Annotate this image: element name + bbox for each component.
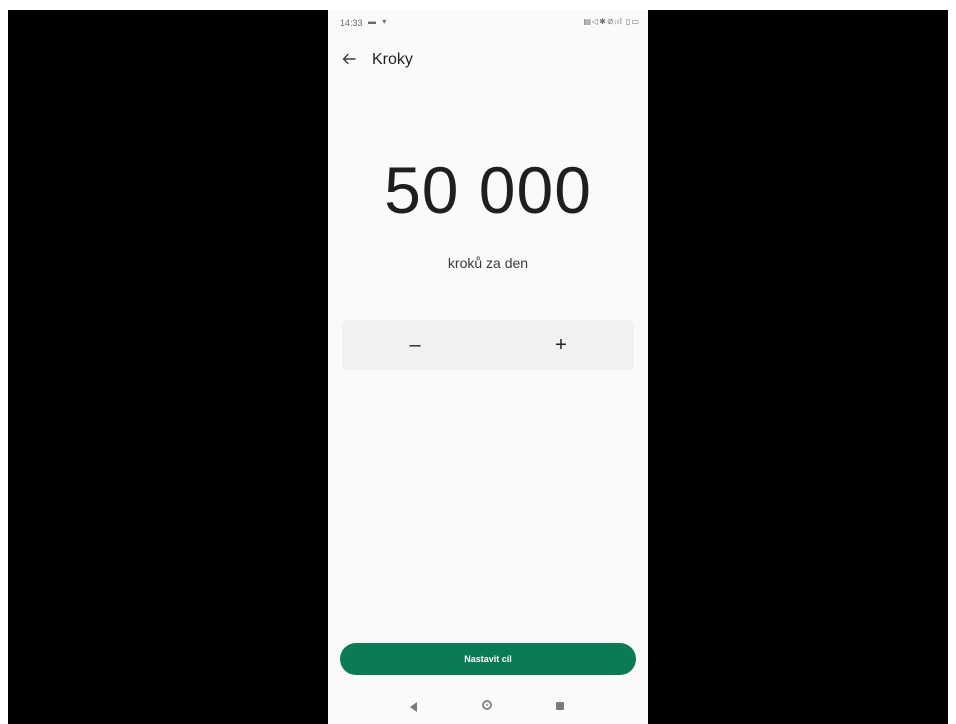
step-goal-value: 50 000 [384, 153, 592, 227]
system-navigation-bar [328, 694, 648, 724]
status-time: 14:33 [340, 18, 363, 28]
nav-home-icon[interactable] [482, 700, 492, 710]
app-bar: Kroky [328, 46, 648, 78]
increase-button[interactable]: + [488, 320, 634, 370]
page-title: Kroky [372, 51, 413, 68]
step-goal-unit: kroků za den [447, 255, 529, 271]
back-arrow-icon[interactable] [342, 52, 356, 66]
nav-back-icon[interactable] [410, 702, 417, 712]
goal-stepper: – + [342, 320, 634, 370]
set-goal-button[interactable]: Nastavit cíl [340, 643, 636, 675]
nav-recents-icon[interactable] [556, 702, 564, 710]
phone-screen: 14:33 ▬ ▾ ▤◁✱⊘ᵢıl ▯▭ Kroky 50 000 kroků … [328, 10, 648, 724]
notification-icons: ▬ ▾ [368, 17, 389, 26]
status-bar: 14:33 ▬ ▾ ▤◁✱⊘ᵢıl ▯▭ [328, 10, 648, 36]
decrease-button[interactable]: – [342, 320, 488, 370]
system-status-icons: ▤◁✱⊘ᵢıl ▯▭ [583, 17, 640, 26]
